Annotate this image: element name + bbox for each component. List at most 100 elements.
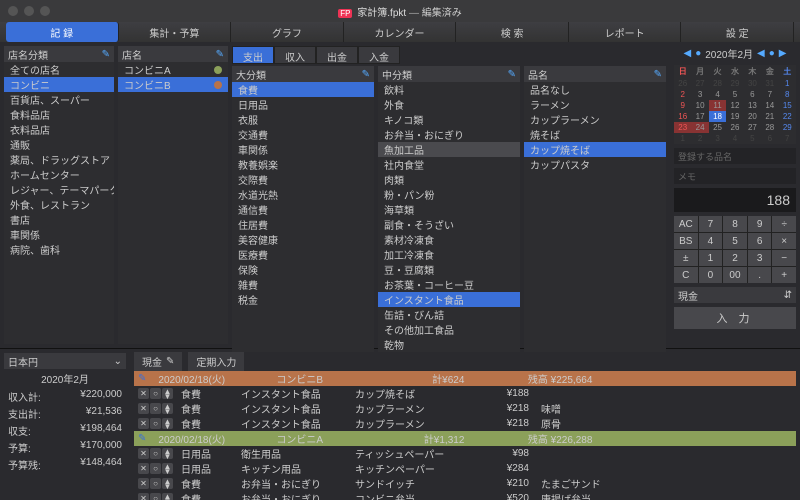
keypad-key[interactable]: 7: [699, 216, 723, 232]
keypad-key[interactable]: 6: [748, 233, 772, 249]
keypad-key[interactable]: 8: [723, 216, 747, 232]
list-item[interactable]: コンビニB: [118, 77, 228, 92]
calendar-day[interactable]: 9: [674, 100, 691, 111]
calendar-day[interactable]: 21: [761, 111, 778, 122]
list-item[interactable]: 外食: [378, 97, 520, 112]
main-tab[interactable]: 設 定: [681, 22, 794, 42]
reorder-icon[interactable]: ▲▼: [162, 493, 173, 500]
list-item[interactable]: 全ての店名: [4, 62, 114, 77]
calendar[interactable]: 日月火水木金土262728293031123456789101112131415…: [674, 65, 796, 144]
list-item[interactable]: レジャー、テーマパーク: [4, 182, 114, 197]
calendar-day[interactable]: 26: [674, 78, 691, 89]
payment-type-select[interactable]: 現金⇵: [674, 287, 796, 303]
zoom-icon[interactable]: [40, 6, 50, 16]
list-item[interactable]: 通販: [4, 137, 114, 152]
calendar-day[interactable]: 1: [674, 133, 691, 144]
calendar-day[interactable]: 10: [691, 100, 708, 111]
list-item[interactable]: 教養娯楽: [232, 157, 374, 172]
check-icon[interactable]: ○: [150, 463, 161, 474]
transaction-group-header[interactable]: ✎2020/02/18(火)コンビニB計¥624残高 ¥225,664: [134, 371, 796, 386]
prev-year-icon[interactable]: ◀: [683, 48, 691, 59]
list-item[interactable]: 書店: [4, 212, 114, 227]
check-icon[interactable]: ○: [150, 493, 161, 500]
sub-tab[interactable]: 支出: [232, 46, 274, 64]
list-item[interactable]: その他加工食品: [378, 322, 520, 337]
list-item[interactable]: カップ焼そば: [524, 142, 666, 157]
list-item[interactable]: 魚加工品: [378, 142, 520, 157]
delete-icon[interactable]: ✕: [138, 448, 149, 459]
list-item[interactable]: 車関係: [4, 227, 114, 242]
calendar-day[interactable]: 28: [709, 78, 726, 89]
delete-icon[interactable]: ✕: [138, 478, 149, 489]
list-item[interactable]: 税金: [232, 292, 374, 307]
list-item[interactable]: コンビニA: [118, 62, 228, 77]
calendar-day[interactable]: 8: [779, 89, 796, 100]
sub-tab[interactable]: 出金: [316, 46, 358, 64]
calendar-day[interactable]: 3: [709, 133, 726, 144]
check-icon[interactable]: ○: [150, 478, 161, 489]
enter-button[interactable]: 入 力: [674, 307, 796, 329]
transaction-row[interactable]: ✕○▲▼食費インスタント食品カップ焼そば¥188: [134, 386, 796, 401]
list-item[interactable]: 豆・豆腐類: [378, 262, 520, 277]
main-tab[interactable]: カレンダー: [344, 22, 457, 42]
calendar-day[interactable]: 22: [779, 111, 796, 122]
reorder-icon[interactable]: ▲▼: [162, 418, 173, 429]
list-item[interactable]: ラーメン: [524, 97, 666, 112]
list-item[interactable]: 海草類: [378, 202, 520, 217]
keypad-key[interactable]: ±: [674, 250, 698, 266]
list-item[interactable]: 加工冷凍食: [378, 247, 520, 262]
edit-icon[interactable]: ✎: [102, 49, 110, 60]
keypad-key[interactable]: 3: [748, 250, 772, 266]
check-icon[interactable]: ○: [150, 403, 161, 414]
list-item[interactable]: 車関係: [232, 142, 374, 157]
list-item[interactable]: 交際費: [232, 172, 374, 187]
calendar-day[interactable]: 2: [674, 89, 691, 100]
main-tab[interactable]: グラフ: [231, 22, 344, 42]
list-item[interactable]: カップラーメン: [524, 112, 666, 127]
calendar-day[interactable]: 7: [779, 133, 796, 144]
calendar-day[interactable]: 30: [744, 78, 761, 89]
edit-icon[interactable]: ✎: [654, 69, 662, 80]
reorder-icon[interactable]: ▲▼: [162, 463, 173, 474]
transaction-row[interactable]: ✕○▲▼食費インスタント食品カップラーメン¥218味噌: [134, 401, 796, 416]
list-item[interactable]: お茶葉・コーヒー豆: [378, 277, 520, 292]
list-item[interactable]: 衣料品店: [4, 122, 114, 137]
edit-icon[interactable]: ✎: [216, 49, 224, 60]
list-item[interactable]: 雑費: [232, 277, 374, 292]
list-item[interactable]: お弁当・おにぎり: [378, 127, 520, 142]
reorder-icon[interactable]: ▲▼: [162, 448, 173, 459]
calendar-day[interactable]: 6: [744, 89, 761, 100]
calendar-day[interactable]: 3: [691, 89, 708, 100]
memo-input[interactable]: メモ: [674, 168, 796, 184]
sub-tab[interactable]: 入金: [358, 46, 400, 64]
transaction-row[interactable]: ✕○▲▼食費お弁当・おにぎりサンドイッチ¥210たまごサンド: [134, 476, 796, 491]
list-item[interactable]: 食費: [232, 82, 374, 97]
calendar-day[interactable]: 27: [744, 122, 761, 133]
main-tab[interactable]: レポート: [569, 22, 682, 42]
calendar-day[interactable]: 6: [761, 133, 778, 144]
calendar-day[interactable]: 17: [691, 111, 708, 122]
list-item[interactable]: 通信費: [232, 202, 374, 217]
list-item[interactable]: 百貨店、スーパー: [4, 92, 114, 107]
delete-icon[interactable]: ✕: [138, 418, 149, 429]
calendar-day[interactable]: 5: [744, 133, 761, 144]
keypad-key[interactable]: −: [772, 250, 796, 266]
list-item[interactable]: 水道光熱: [232, 187, 374, 202]
list-item[interactable]: インスタント食品: [378, 292, 520, 307]
today-dot-icon[interactable]: ●: [695, 48, 701, 59]
keypad-key[interactable]: ×: [772, 233, 796, 249]
calendar-day[interactable]: 25: [709, 122, 726, 133]
calendar-day[interactable]: 28: [761, 122, 778, 133]
close-icon[interactable]: [8, 6, 18, 16]
list-item[interactable]: 外食、レストラン: [4, 197, 114, 212]
list-item[interactable]: コンビニ: [4, 77, 114, 92]
edit-icon[interactable]: ✎: [508, 69, 516, 80]
keypad-key[interactable]: 9: [748, 216, 772, 232]
delete-icon[interactable]: ✕: [138, 493, 149, 500]
calendar-day[interactable]: 19: [726, 111, 743, 122]
keypad-key[interactable]: 5: [723, 233, 747, 249]
check-icon[interactable]: ○: [150, 388, 161, 399]
transaction-row[interactable]: ✕○▲▼日用品キッチン用品キッチンペーパー¥284: [134, 461, 796, 476]
calendar-day[interactable]: 2: [691, 133, 708, 144]
calendar-day[interactable]: 4: [726, 133, 743, 144]
